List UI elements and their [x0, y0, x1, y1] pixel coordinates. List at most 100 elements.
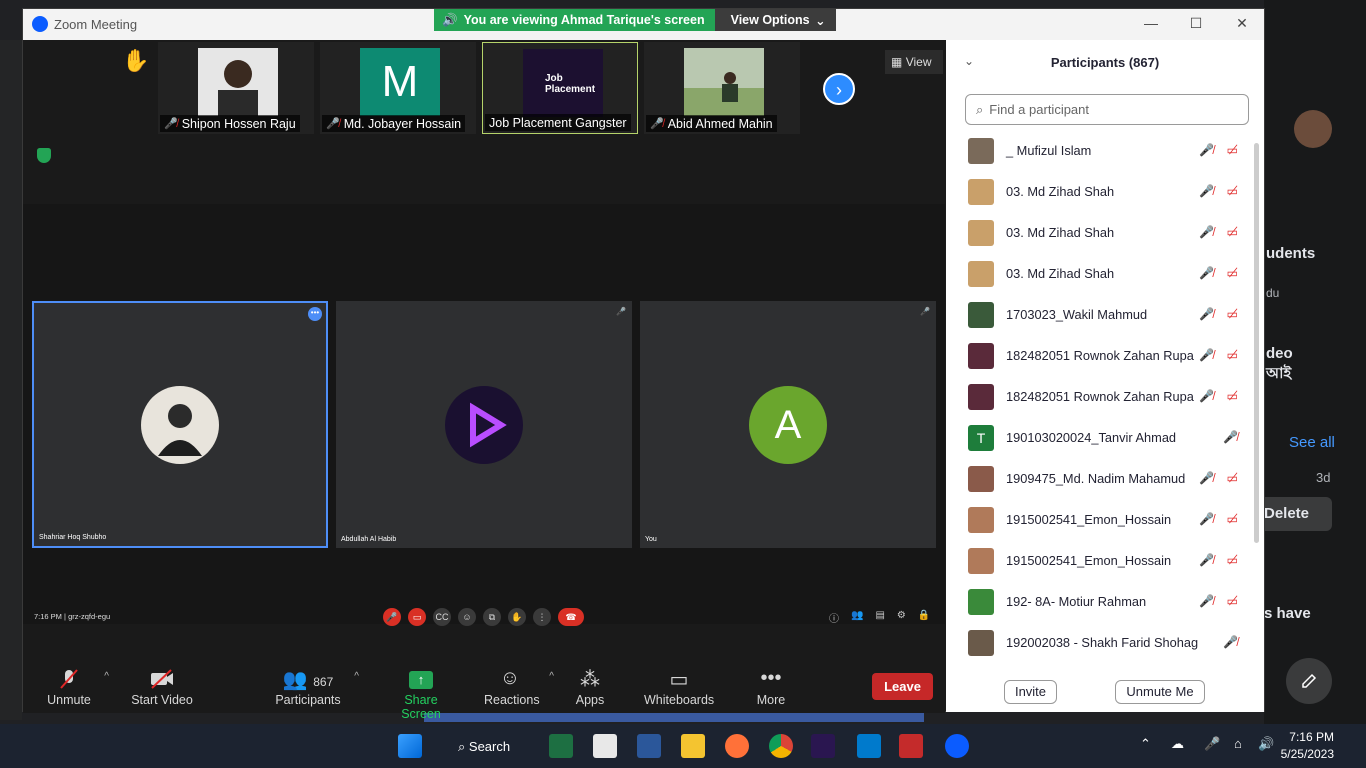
mic-off-icon[interactable]: 🎤	[383, 608, 401, 626]
microphone-icon[interactable]: 🎤	[1204, 736, 1220, 752]
participant-row[interactable]: 192- 8A- Motiur Rahman 🎤̸ ▭̸	[946, 581, 1256, 622]
vscode-icon[interactable]	[857, 734, 881, 758]
chevron-up-icon[interactable]: ^	[354, 671, 359, 682]
participant-name: 1915002541_Emon_Hossain	[1006, 553, 1172, 568]
excel-icon[interactable]	[549, 734, 573, 758]
encryption-shield-icon[interactable]	[37, 148, 51, 163]
participant-row[interactable]: _ Mufizul Islam 🎤̸ ▭̸	[946, 130, 1256, 171]
thumbnail-participant-active[interactable]: Job Placement Job Placement Gangster	[482, 42, 638, 134]
participant-row[interactable]: 03. Md Zihad Shah 🎤̸ ▭̸	[946, 253, 1256, 294]
taskbar-clock[interactable]: 7:16 PM 5/25/2023	[1281, 729, 1334, 763]
participants-icon[interactable]: 👥	[851, 610, 863, 625]
tile-name: Abdullah Al Habib	[341, 536, 397, 543]
participant-row[interactable]: 1909475_Md. Nadim Mahamud 🎤̸ ▭̸	[946, 458, 1256, 499]
share-status: 🔊 You are viewing Ahmad Tarique's screen	[434, 9, 715, 31]
reactions-button[interactable]: ☺ Reactions ^	[484, 667, 554, 707]
participant-list-scrollbar[interactable]	[1254, 135, 1259, 665]
participant-name: 182482051 Rownok Zahan Rupa	[1006, 348, 1194, 363]
shared-screen-toolbar: 7:16 PM | grz-zqfd-egu 🎤 ▭ CC ☺ ⧉ ✋ ⋮ ☎ …	[23, 608, 945, 630]
video-off-icon: ▭̸	[1226, 471, 1238, 485]
zoom-icon[interactable]	[945, 734, 969, 758]
chat-icon[interactable]: ▤	[875, 610, 884, 625]
mini-controls: 🎤 ▭ CC ☺ ⧉ ✋ ⋮ ☎	[383, 608, 584, 626]
participant-row[interactable]: 192002038 - Shakh Farid Shohag 🎤̸	[946, 622, 1256, 660]
chevron-up-icon[interactable]: ^	[549, 671, 554, 682]
participant-name: 1909475_Md. Nadim Mahamud	[1006, 471, 1186, 486]
participant-row[interactable]: 1915002541_Emon_Hossain 🎤̸ ▭̸	[946, 499, 1256, 540]
cloud-icon[interactable]: ☁	[1171, 736, 1184, 752]
participant-search-input[interactable]: ⌕ Find a participant	[965, 94, 1249, 125]
chevron-up-icon[interactable]: ^	[104, 671, 109, 682]
bg-text-have: s have	[1264, 605, 1311, 622]
mic-off-icon: 🎤̸	[1199, 348, 1214, 362]
video-off-icon[interactable]: ▭	[408, 608, 426, 626]
lock-icon[interactable]: 🔒	[918, 610, 930, 625]
end-call-icon[interactable]: ☎	[558, 608, 584, 626]
bg-text-video: deo	[1266, 345, 1293, 362]
video-tile[interactable]: 🎤 Abdullah Al Habib	[336, 301, 632, 548]
more-button[interactable]: ••• More	[754, 667, 788, 707]
maximize-button[interactable]: ☐	[1186, 15, 1206, 32]
participant-name: 03. Md Zihad Shah	[1006, 225, 1115, 240]
window-title: Zoom Meeting	[54, 17, 138, 32]
thumbnail-participant[interactable]: ✋ 🎤̸ Shipon Hossen Raju	[122, 42, 314, 134]
word-icon[interactable]	[637, 734, 661, 758]
app-purple-icon[interactable]	[811, 734, 835, 758]
app-red-icon[interactable]	[899, 734, 923, 758]
apps-icon[interactable]: ⚙	[897, 610, 906, 625]
minimize-button[interactable]: —	[1141, 15, 1161, 31]
apps-button[interactable]: ⁂ Apps	[575, 667, 605, 707]
participant-row[interactable]: 182482051 Rownok Zahan Rupa 🎤̸ ▭̸	[946, 335, 1256, 376]
file-explorer-icon[interactable]	[681, 734, 705, 758]
participant-row[interactable]: 03. Md Zihad Shah 🎤̸ ▭̸	[946, 212, 1256, 253]
thumbnail-participant[interactable]: 🎤̸ Abid Ahmed Mahin	[644, 42, 800, 134]
windows-start-icon[interactable]	[398, 734, 422, 758]
invite-button[interactable]: Invite	[1004, 680, 1057, 704]
view-button[interactable]: ▦ View	[885, 50, 943, 74]
taskbar-search[interactable]: ⌕ Search	[444, 730, 534, 762]
close-button[interactable]: ✕	[1232, 15, 1252, 32]
whiteboards-button[interactable]: ▭ Whiteboards	[644, 667, 714, 707]
view-options-button[interactable]: View Options ⌄	[714, 9, 836, 31]
mic-off-icon: 🎤̸	[1199, 266, 1214, 280]
bg-text-bangla: আই	[1266, 365, 1292, 382]
bg-profile-avatar[interactable]	[1294, 110, 1332, 148]
participant-photo	[198, 48, 278, 116]
participant-row[interactable]: 1915002541_Emon_Hossain 🎤̸ ▭̸	[946, 540, 1256, 581]
participant-row[interactable]: 1703023_Wakil Mahmud 🎤̸ ▭̸	[946, 294, 1256, 335]
unmute-me-button[interactable]: Unmute Me	[1115, 680, 1205, 704]
snipping-tool-icon[interactable]	[593, 734, 617, 758]
more-options-icon[interactable]: •••	[308, 307, 322, 321]
hand-icon[interactable]: ✋	[508, 608, 526, 626]
mic-off-icon: 🎤̸	[1199, 594, 1214, 608]
thumbnail-participant[interactable]: M 🎤̸ Md. Jobayer Hossain	[320, 42, 476, 134]
next-page-button[interactable]: ›	[823, 73, 855, 105]
emoji-icon[interactable]: ☺	[458, 608, 476, 626]
video-off-icon: ▭̸	[1226, 512, 1238, 526]
captions-icon[interactable]: CC	[433, 608, 451, 626]
delete-button[interactable]: Delete	[1264, 497, 1332, 531]
chrome-icon[interactable]	[769, 734, 793, 758]
unmute-button[interactable]: Unmute ^	[47, 667, 109, 707]
video-tile[interactable]: ••• Shahriar Hoq Shubho	[32, 301, 328, 548]
start-video-button[interactable]: Start Video	[131, 667, 193, 707]
share-screen-button[interactable]: ↑ Share Screen	[385, 667, 457, 721]
network-icon[interactable]: ⌂	[1234, 736, 1242, 751]
share-icon[interactable]: ⧉	[483, 608, 501, 626]
participant-avatar	[445, 385, 523, 464]
edit-icon[interactable]	[1286, 658, 1332, 704]
panel-title: Participants (867)	[1050, 55, 1160, 70]
chevron-up-icon[interactable]: ⌃	[1140, 736, 1151, 752]
leave-button[interactable]: Leave	[872, 673, 933, 700]
firefox-icon[interactable]	[725, 734, 749, 758]
speaker-icon: 🔊	[442, 13, 458, 27]
video-tile[interactable]: A 🎤 You	[640, 301, 936, 548]
participant-row[interactable]: 03. Md Zihad Shah 🎤̸ ▭̸	[946, 171, 1256, 212]
participants-button[interactable]: 👥 867 Participants ^	[275, 667, 359, 707]
participant-row[interactable]: 182482051 Rownok Zahan Rupa 🎤̸ ▭̸	[946, 376, 1256, 417]
participant-row[interactable]: T 190103020024_Tanvir Ahmad 🎤̸	[946, 417, 1256, 458]
info-icon[interactable]: ⓘ	[829, 610, 839, 625]
volume-icon[interactable]: 🔊	[1258, 736, 1274, 752]
more-icon[interactable]: ⋮	[533, 608, 551, 626]
see-all-link[interactable]: See all	[1289, 434, 1335, 451]
